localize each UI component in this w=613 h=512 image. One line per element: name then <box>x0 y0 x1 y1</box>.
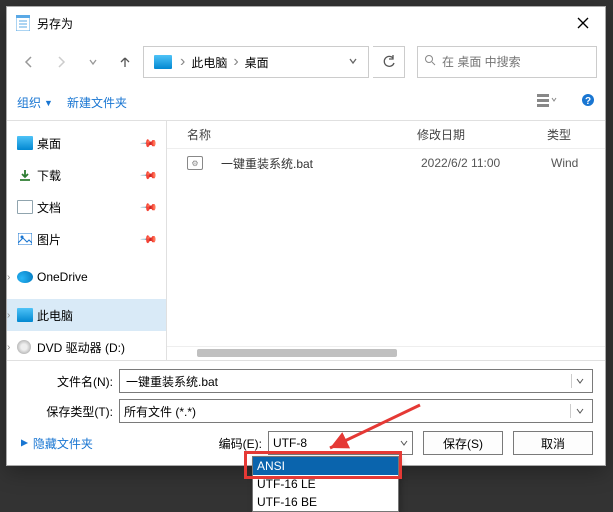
encoding-option-ansi[interactable]: ANSI <box>253 457 398 475</box>
organize-menu[interactable]: 组织 ▼ <box>17 94 53 111</box>
pc-icon <box>17 308 33 322</box>
bottom-panel: 文件名(N): 保存类型(T): 所有文件 (*.*) ▲ 隐藏文件夹 编码(E… <box>7 360 605 465</box>
encoding-label: 编码(E): <box>219 435 268 452</box>
dialog-title: 另存为 <box>37 15 561 32</box>
dvd-icon <box>17 340 31 354</box>
encoding-value: UTF-8 <box>273 436 307 450</box>
sidebar-item-thispc[interactable]: › 此电脑 <box>7 299 166 331</box>
file-row[interactable]: ⚙ 一键重装系统.bat 2022/6/2 11:00 Wind <box>167 149 605 177</box>
close-button[interactable] <box>561 7 605 39</box>
filename-input[interactable] <box>124 373 571 389</box>
sidebar-item-label: 此电脑 <box>37 307 73 324</box>
breadcrumb-root[interactable]: 此电脑 <box>187 52 231 73</box>
forward-button[interactable] <box>47 48 75 76</box>
sidebar-item-dvd[interactable]: › DVD 驱动器 (D:) <box>7 331 166 360</box>
scrollbar-thumb[interactable] <box>197 349 397 357</box>
search-input[interactable] <box>440 54 590 70</box>
filetype-label: 保存类型(T): <box>19 403 119 420</box>
help-button[interactable]: ? <box>581 93 595 112</box>
sidebar-item-downloads[interactable]: 下载 📌 <box>7 159 166 191</box>
search-box[interactable] <box>417 46 597 78</box>
filetype-value: 所有文件 (*.*) <box>124 403 570 420</box>
filetype-dropdown[interactable] <box>570 404 588 418</box>
pin-icon: 📌 <box>140 166 159 185</box>
column-date[interactable]: 修改日期 <box>417 126 547 143</box>
desktop-icon <box>17 136 33 150</box>
sidebar-item-desktop[interactable]: 桌面 📌 <box>7 127 166 159</box>
save-as-dialog: 另存为 › 此电脑 › 桌面 组织 ▼ 新建文件夹 <box>6 6 606 466</box>
address-dropdown[interactable] <box>342 53 364 71</box>
view-options-button[interactable] <box>537 93 557 112</box>
address-bar[interactable]: › 此电脑 › 桌面 <box>143 46 369 78</box>
chevron-right-icon[interactable]: › <box>7 342 10 353</box>
cancel-button[interactable]: 取消 <box>513 431 593 455</box>
filename-label: 文件名(N): <box>19 373 119 390</box>
notepad-icon <box>15 15 31 31</box>
chevron-right-icon[interactable]: › <box>7 310 10 321</box>
pin-icon: 📌 <box>140 198 159 217</box>
sidebar-item-label: DVD 驱动器 (D:) <box>37 339 125 356</box>
new-folder-button[interactable]: 新建文件夹 <box>67 94 127 111</box>
column-headers: 名称 修改日期 类型 <box>167 121 605 149</box>
save-button[interactable]: 保存(S) <box>423 431 503 455</box>
sidebar-item-onedrive[interactable]: › OneDrive <box>7 261 166 293</box>
recent-dropdown[interactable] <box>79 48 107 76</box>
sidebar: 桌面 📌 下载 📌 文档 📌 图片 📌 › OneDrive <box>7 121 167 360</box>
sidebar-item-label: 桌面 <box>37 135 61 152</box>
chevron-right-icon: › <box>233 53 238 71</box>
back-button[interactable] <box>15 48 43 76</box>
file-type: Wind <box>551 156 578 170</box>
bat-file-icon: ⚙ <box>187 156 203 170</box>
hide-folders-toggle[interactable]: ▲ 隐藏文件夹 <box>19 435 93 452</box>
downloads-icon <box>17 168 33 182</box>
sidebar-item-label: OneDrive <box>37 270 88 284</box>
sidebar-item-documents[interactable]: 文档 📌 <box>7 191 166 223</box>
up-button[interactable] <box>111 48 139 76</box>
chevron-right-icon: › <box>180 53 185 71</box>
encoding-option-utf16le[interactable]: UTF-16 LE <box>253 475 398 493</box>
sidebar-item-pictures[interactable]: 图片 📌 <box>7 223 166 255</box>
sidebar-item-label: 下载 <box>37 167 61 184</box>
title-bar: 另存为 <box>7 7 605 39</box>
chevron-down-icon: ▲ <box>18 437 32 449</box>
body: 桌面 📌 下载 📌 文档 📌 图片 📌 › OneDrive <box>7 121 605 360</box>
breadcrumb-folder[interactable]: 桌面 <box>241 52 273 73</box>
file-name: 一键重装系统.bat <box>221 155 421 172</box>
search-icon <box>424 53 436 71</box>
pin-icon: 📌 <box>140 134 159 153</box>
filename-dropdown[interactable] <box>571 374 588 388</box>
sidebar-item-label: 图片 <box>37 231 61 248</box>
documents-icon <box>17 200 33 214</box>
svg-text:?: ? <box>585 96 591 107</box>
file-list-pane: 名称 修改日期 类型 ⚙ 一键重装系统.bat 2022/6/2 11:00 W… <box>167 121 605 360</box>
refresh-button[interactable] <box>373 46 405 78</box>
encoding-combo[interactable]: UTF-8 <box>268 431 413 455</box>
pc-icon <box>154 55 172 69</box>
encoding-option-utf16be[interactable]: UTF-16 BE <box>253 493 398 511</box>
column-type[interactable]: 类型 <box>547 126 605 143</box>
column-name[interactable]: 名称 <box>187 126 417 143</box>
filename-field[interactable] <box>119 369 593 393</box>
file-date: 2022/6/2 11:00 <box>421 156 551 170</box>
encoding-dropdown-list[interactable]: ANSI UTF-16 LE UTF-16 BE <box>252 456 399 512</box>
horizontal-scrollbar[interactable] <box>167 346 605 360</box>
filetype-field[interactable]: 所有文件 (*.*) <box>119 399 593 423</box>
pin-icon: 📌 <box>140 230 159 249</box>
onedrive-icon <box>17 271 33 283</box>
toolbar: 组织 ▼ 新建文件夹 ? <box>7 85 605 121</box>
pictures-icon <box>17 232 33 246</box>
nav-row: › 此电脑 › 桌面 <box>7 39 605 85</box>
chevron-down-icon <box>400 436 408 450</box>
sidebar-item-label: 文档 <box>37 199 61 216</box>
chevron-down-icon: ▼ <box>44 98 53 108</box>
chevron-right-icon[interactable]: › <box>7 272 10 283</box>
